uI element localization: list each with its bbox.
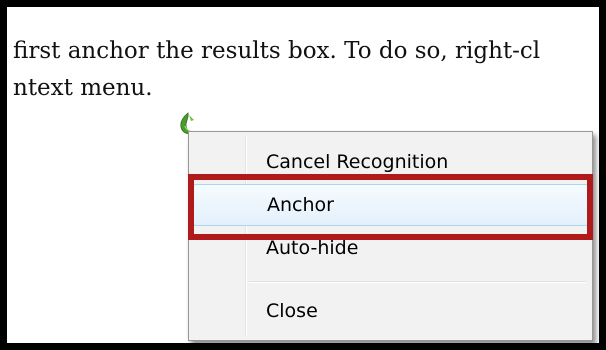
menu-separator bbox=[249, 281, 586, 283]
menu-item-anchor[interactable]: Anchor bbox=[192, 184, 589, 226]
document-text-line-2: ntext menu. bbox=[13, 75, 153, 101]
menu-item-auto-hide[interactable]: Auto-hide bbox=[192, 228, 589, 268]
context-menu: Cancel Recognition Anchor Auto-hide Clos… bbox=[188, 131, 593, 341]
screenshot-frame: first anchor the results box. To do so, … bbox=[0, 0, 606, 350]
menu-item-cancel-recognition[interactable]: Cancel Recognition bbox=[192, 142, 589, 182]
menu-item-close[interactable]: Close bbox=[192, 291, 589, 331]
document-text-line-1: first anchor the results box. To do so, … bbox=[13, 38, 541, 64]
